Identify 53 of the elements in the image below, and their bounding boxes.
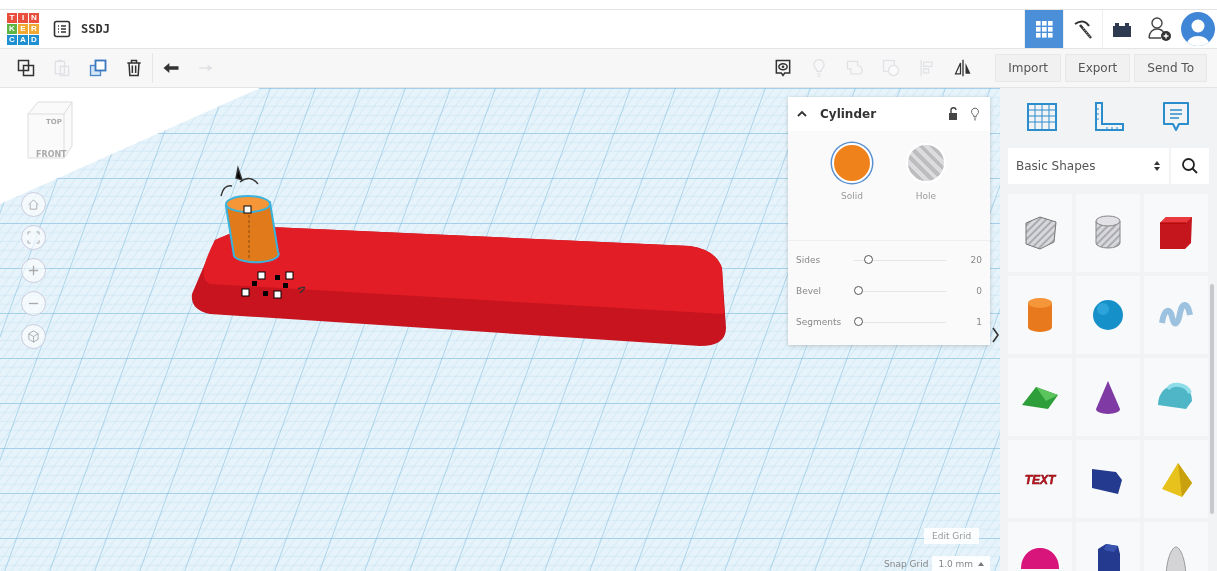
cylinder-shape[interactable]	[225, 195, 280, 264]
bulb-icon[interactable]	[968, 107, 982, 121]
rotate-handles[interactable]	[220, 165, 306, 294]
param-value: 1	[975, 317, 982, 327]
snap-grid-dropdown[interactable]: 1.0 mm	[932, 556, 991, 571]
param-label: Segments	[796, 317, 843, 327]
scrollbar[interactable]	[1210, 284, 1214, 514]
roof-shape-tile[interactable]	[1008, 358, 1072, 436]
param-value: 20	[969, 255, 982, 265]
design-title: SSDJ	[81, 22, 110, 36]
box-shape-tile[interactable]	[1144, 194, 1208, 272]
solid-option[interactable]: Solid	[832, 143, 872, 240]
toolbar-button[interactable]: Import	[995, 54, 1062, 82]
round-roof-shape-tile[interactable]	[1144, 358, 1208, 436]
plate-shape[interactable]	[191, 226, 726, 346]
add-user-icon[interactable]	[1147, 16, 1173, 42]
scribble-shape-tile[interactable]	[1144, 276, 1208, 354]
plus-icon	[27, 264, 40, 277]
delete-icon[interactable]	[124, 58, 144, 78]
param-label: Bevel	[796, 286, 823, 296]
param-label: Sides	[796, 255, 822, 265]
pyramid-shape-tile[interactable]	[1144, 440, 1208, 518]
text-shape-tile[interactable]: TEXT	[1008, 440, 1072, 518]
cylinder-hole-shape-tile[interactable]	[1076, 194, 1140, 272]
perspective-button[interactable]	[21, 324, 46, 349]
hole-option[interactable]: Hole	[906, 143, 946, 240]
sphere-shape-tile[interactable]	[1076, 276, 1140, 354]
search-button[interactable]	[1171, 148, 1209, 184]
toolbar-button[interactable]: Send To	[1134, 54, 1207, 82]
up-down-caret-icon	[1153, 160, 1161, 172]
fit-view-icon	[27, 231, 40, 244]
lock-icon[interactable]	[946, 107, 960, 121]
search-icon	[1181, 157, 1199, 175]
logo[interactable]: T I N K E R C A D	[7, 13, 39, 45]
copy-icon[interactable]	[16, 58, 36, 78]
list-icon[interactable]	[53, 20, 71, 38]
wedge-shape-tile[interactable]	[1076, 440, 1140, 518]
box-hole-shape-tile[interactable]	[1008, 194, 1072, 272]
workplane-icon[interactable]	[1024, 100, 1059, 134]
edit-grid-button[interactable]: Edit Grid	[924, 528, 980, 544]
cylinder-shape-tile[interactable]	[1008, 276, 1072, 354]
zoom-in-button[interactable]	[21, 258, 46, 283]
cone-shape-tile[interactable]	[1076, 358, 1140, 436]
cube-icon	[27, 330, 40, 343]
duplicate-icon[interactable]	[88, 58, 108, 78]
home-icon	[27, 198, 40, 211]
text-shape-label: TEXT	[1024, 473, 1056, 487]
shape-category-dropdown[interactable]: Basic Shapes	[1008, 148, 1169, 184]
param-value: 0	[975, 286, 982, 296]
shape-name: Cylinder	[820, 107, 878, 121]
snap-grid-label: Snap Grid	[884, 559, 929, 569]
selection-handles[interactable]	[241, 205, 294, 299]
toolbar-button[interactable]: Export	[1065, 54, 1131, 82]
